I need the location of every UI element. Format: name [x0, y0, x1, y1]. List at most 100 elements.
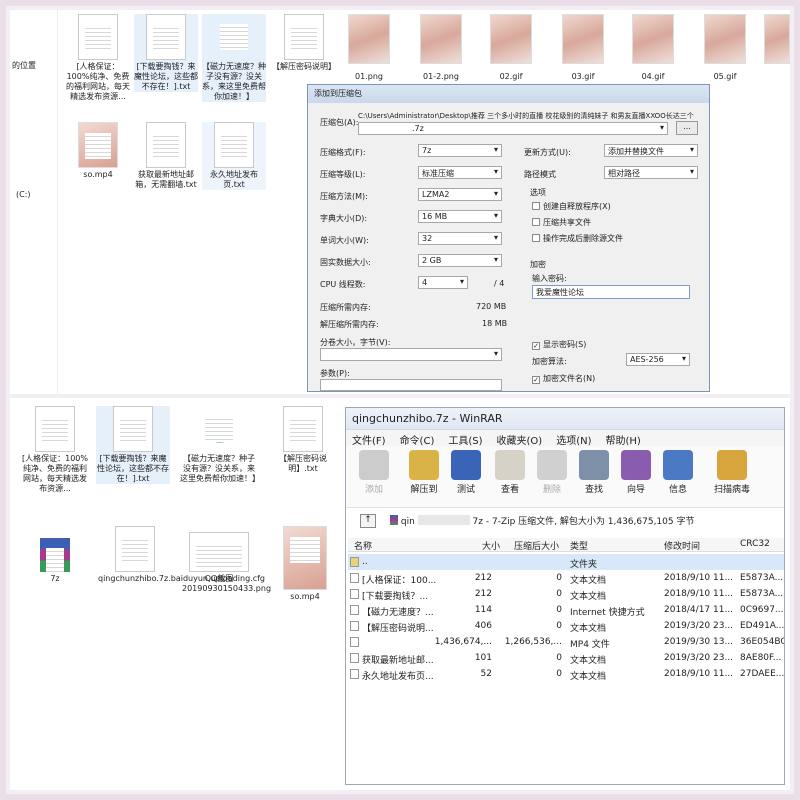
- delete-icon: [537, 450, 567, 480]
- thumbnail-label: 01-2.png: [423, 72, 459, 81]
- cpu-threads-total: / 4: [494, 279, 505, 288]
- sidebar-location-label[interactable]: 的位置: [12, 60, 36, 71]
- split-volume-select[interactable]: [320, 348, 502, 361]
- column-packed[interactable]: 压缩后大小: [514, 539, 559, 552]
- delete-button[interactable]: 删除: [532, 450, 572, 495]
- delete-after-checkbox[interactable]: 操作完成后删除源文件: [532, 233, 623, 244]
- image-thumbnail[interactable]: [420, 14, 462, 64]
- archive-name-combo[interactable]: .7z: [358, 122, 668, 135]
- table-row[interactable]: [下载要掏钱？... 212 0 文本文档 2018/9/10 11... E5873A.…: [348, 586, 784, 602]
- cell-type: 文本文档: [570, 624, 607, 634]
- menu-options[interactable]: 选项(N): [556, 432, 591, 447]
- image-thumbnail[interactable]: [764, 14, 790, 64]
- image-thumbnail[interactable]: [348, 14, 390, 64]
- column-name[interactable]: 名称: [354, 539, 372, 552]
- update-mode-select[interactable]: 添加并替换文件: [604, 144, 698, 157]
- table-row[interactable]: 1,436,674,... 1,266,536,... MP4 文件 2019/9/3…: [348, 634, 784, 650]
- cpu-threads-select[interactable]: 4: [418, 276, 468, 289]
- wizard-button[interactable]: 向导: [616, 450, 656, 495]
- file-icon: [350, 653, 359, 663]
- sfx-checkbox[interactable]: 创建自释放程序(X): [532, 201, 611, 212]
- add-icon: [359, 450, 389, 480]
- screenshot-thumbnail-icon: [189, 532, 249, 572]
- encryption-method-select[interactable]: AES-256: [626, 353, 690, 366]
- level-select[interactable]: 标准压缩: [418, 166, 502, 179]
- table-row[interactable]: 【磁力无速度？... 114 0 Internet 快捷方式 2018/4/17 11.…: [348, 602, 784, 618]
- show-password-checkbox[interactable]: ✓ 显示密码(S): [532, 339, 586, 350]
- text-file-icon: [146, 14, 186, 60]
- column-modified[interactable]: 修改时间: [664, 539, 700, 552]
- file-item[interactable]: [下载要掏钱？来魔性论坛，这些都不存在！].txt: [96, 406, 170, 484]
- encryption-method-label: 加密算法:: [532, 357, 567, 366]
- file-icon: [350, 637, 359, 647]
- file-item[interactable]: 7z: [20, 526, 90, 584]
- add-button[interactable]: 添加: [354, 450, 394, 495]
- info-button[interactable]: 信息: [658, 450, 698, 495]
- virus-scan-button[interactable]: 扫描病毒: [706, 450, 758, 495]
- up-folder-button[interactable]: ↑: [360, 514, 376, 528]
- cell-crc: 0C9697...: [740, 605, 784, 615]
- file-icon: [350, 589, 359, 599]
- file-item[interactable]: e 【磁力无速度？种子没有源？没关系，来这里免费帮你加速！】: [202, 14, 266, 102]
- menu-tools[interactable]: 工具(S): [448, 432, 482, 447]
- file-icon: [350, 669, 359, 679]
- menu-help[interactable]: 帮助(H): [606, 432, 641, 447]
- view-button[interactable]: 查看: [490, 450, 530, 495]
- file-item[interactable]: [人格保证：100%纯净、免费的福利网站，每天精选发布资源...: [20, 406, 90, 494]
- image-thumbnail[interactable]: [562, 14, 604, 64]
- encrypt-filenames-checkbox[interactable]: ✓ 加密文件名(N): [532, 373, 595, 384]
- cell-time: 2018/9/10 11...: [664, 669, 734, 679]
- cell-time: 2019/3/20 23...: [664, 621, 734, 631]
- browse-button[interactable]: ...: [676, 121, 698, 135]
- cell-type: 文本文档: [570, 592, 607, 602]
- file-item[interactable]: 【解压密码说明】: [272, 14, 336, 72]
- table-row[interactable]: [人格保证：100... 212 0 文本文档 2018/9/10 11... E5873…: [348, 570, 784, 586]
- file-item[interactable]: qingchunzhibo.7z.baiduyun.uploading.cfg: [98, 526, 265, 584]
- table-row[interactable]: 获取最新地址邮... 101 0 文本文档 2019/3/20 23... 8AE80F.…: [348, 650, 784, 666]
- column-crc32[interactable]: CRC32: [740, 539, 770, 549]
- path-mode-select[interactable]: 相对路径: [604, 166, 698, 179]
- solid-block-label: 固实数据大小:: [320, 258, 371, 267]
- table-row[interactable]: 永久地址发布页... 52 0 文本文档 2018/9/10 11... 27DAEE..…: [348, 666, 784, 682]
- solid-block-select[interactable]: 2 GB: [418, 254, 502, 267]
- cell-crc: 8AE80F...: [740, 653, 782, 663]
- method-select[interactable]: LZMA2: [418, 188, 502, 201]
- password-input[interactable]: 我爱魔性论坛: [532, 285, 690, 299]
- file-item[interactable]: so.mp4: [66, 122, 130, 180]
- file-item[interactable]: 永久地址发布页.txt: [202, 122, 266, 190]
- table-row[interactable]: 【解压密码说明... 406 0 文本文档 2019/3/20 23... ED491A.…: [348, 618, 784, 634]
- find-button[interactable]: 查找: [574, 450, 614, 495]
- parameters-input[interactable]: [320, 379, 502, 391]
- shared-files-checkbox[interactable]: 压缩共享文件: [532, 217, 591, 228]
- path-bar[interactable]: qin 7z - 7-Zip 压缩文件, 解包大小为 1,436,675,105…: [390, 514, 780, 528]
- text-file-icon: [283, 406, 323, 452]
- file-item[interactable]: 获取最新地址邮箱，无需翻墙.txt: [134, 122, 198, 190]
- test-button[interactable]: 测试: [446, 450, 486, 495]
- column-type[interactable]: 类型: [570, 539, 588, 552]
- column-size[interactable]: 大小: [482, 539, 500, 552]
- file-item[interactable]: [下载要掏钱？来魔性论坛，这些都不存在！].txt: [134, 14, 198, 92]
- file-item[interactable]: [人格保证：100%纯净、免费的福利网站，每天精选发布资源...: [66, 14, 130, 102]
- word-size-select[interactable]: 32: [418, 232, 502, 245]
- file-item[interactable]: so.mp4: [272, 526, 338, 602]
- file-item[interactable]: QQ截图20190930150433.png: [182, 526, 271, 594]
- image-thumbnail[interactable]: [632, 14, 674, 64]
- file-item[interactable]: 【解压密码说明】.txt: [270, 406, 336, 474]
- file-item[interactable]: e 【磁力无速度？种子没有源？没关系，来这里免费帮你加速！】: [180, 406, 260, 484]
- cell-size: 1,436,674,...: [434, 637, 492, 647]
- extract-to-button[interactable]: 解压到: [404, 450, 444, 495]
- menu-commands[interactable]: 命令(C): [400, 432, 435, 447]
- cell-size: 406: [474, 621, 492, 631]
- parameters-label: 参数(P):: [320, 369, 350, 378]
- thumbnail-label: 03.gif: [571, 72, 595, 81]
- menu-favorites[interactable]: 收藏夹(O): [497, 432, 543, 447]
- image-thumbnail[interactable]: [490, 14, 532, 64]
- image-thumbnail[interactable]: [704, 14, 746, 64]
- cell-time: 2018/4/17 11...: [664, 605, 734, 615]
- menu-file[interactable]: 文件(F): [352, 432, 386, 447]
- checkbox-box: ✓: [532, 376, 540, 384]
- sidebar-drive-c[interactable]: (C:): [16, 190, 31, 199]
- dictionary-select[interactable]: 16 MB: [418, 210, 502, 223]
- format-select[interactable]: 7z: [418, 144, 502, 157]
- parent-folder-row[interactable]: .. 文件夹: [348, 554, 784, 570]
